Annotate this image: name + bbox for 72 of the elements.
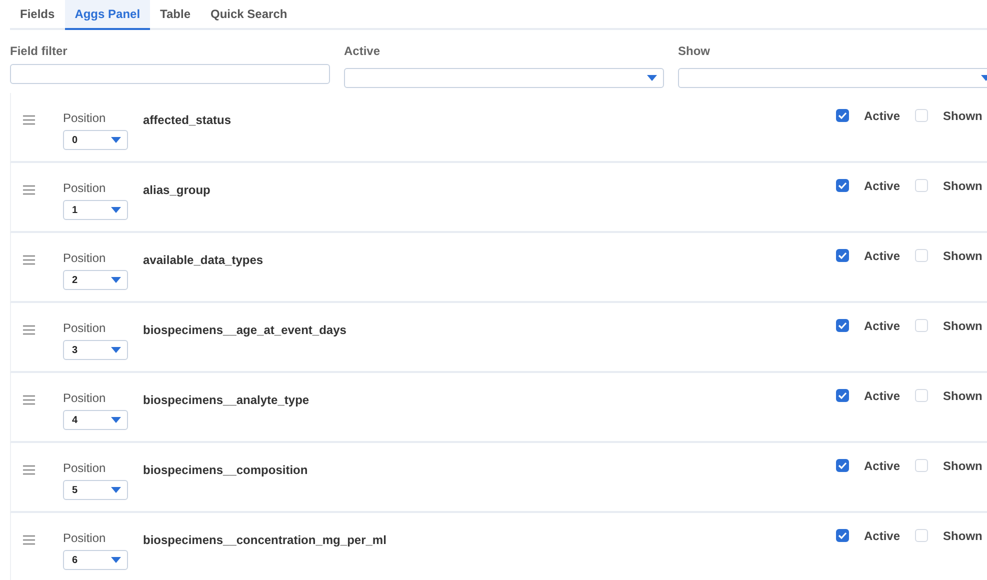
field-name: biospecimens__analyte_type — [143, 392, 310, 409]
drag-handle-icon[interactable] — [23, 255, 35, 265]
caret-icon — [111, 557, 121, 563]
shown-checkbox[interactable] — [915, 319, 928, 332]
shown-checkbox[interactable] — [915, 389, 928, 402]
position-select[interactable]: 1 — [63, 200, 128, 220]
position-select[interactable]: 6 — [63, 550, 128, 570]
field-name: affected_status — [143, 112, 232, 129]
shown-checkbox[interactable] — [915, 529, 928, 542]
caret-icon — [111, 207, 121, 213]
filter-label: Show — [678, 44, 711, 60]
active-checkbox[interactable] — [836, 529, 849, 542]
position-label: Position — [63, 111, 107, 125]
active-label: Active — [864, 109, 900, 123]
position-select[interactable]: 4 — [63, 410, 128, 430]
tab[interactable]: Quick Search — [200, 0, 298, 30]
shown-label: Shown — [943, 179, 982, 193]
field-name: biospecimens__concentration_mg_per_ml — [143, 532, 388, 549]
shown-label: Shown — [943, 109, 982, 123]
position-label: Position — [63, 321, 107, 335]
shown-label: Shown — [943, 389, 982, 403]
active-checkbox[interactable] — [836, 319, 849, 332]
tab[interactable]: Aggs Panel — [64, 0, 150, 30]
caret-icon — [111, 417, 121, 423]
active-label: Active — [864, 389, 900, 403]
active-checkbox[interactable] — [836, 179, 849, 192]
active-label: Active — [864, 459, 900, 473]
shown-checkbox[interactable] — [915, 459, 928, 472]
drag-handle-icon[interactable] — [23, 185, 35, 195]
caret-icon — [111, 347, 121, 353]
shown-label: Shown — [943, 529, 982, 543]
field-name: available_data_types — [143, 252, 264, 269]
active-checkbox[interactable] — [836, 459, 849, 472]
tab[interactable]: Table — [150, 0, 200, 30]
shown-checkbox[interactable] — [915, 249, 928, 262]
active-checkbox[interactable] — [836, 109, 849, 122]
position-select[interactable]: 0 — [63, 130, 128, 150]
filter-input[interactable] — [10, 64, 330, 84]
position-select[interactable]: 3 — [63, 340, 128, 360]
caret-icon — [111, 487, 121, 493]
caret-icon — [111, 277, 121, 283]
drag-handle-icon[interactable] — [23, 325, 35, 335]
position-select[interactable]: 5 — [63, 480, 128, 500]
shown-label: Shown — [943, 459, 982, 473]
shown-label: Shown — [943, 319, 982, 333]
field-name: biospecimens__age_at_event_days — [143, 322, 348, 339]
field-name: biospecimens__composition — [143, 462, 309, 479]
caret-icon — [111, 137, 121, 143]
active-checkbox[interactable] — [836, 389, 849, 402]
active-label: Active — [864, 529, 900, 543]
tab[interactable]: Fields — [10, 0, 65, 30]
active-label: Active — [864, 319, 900, 333]
position-label: Position — [63, 251, 107, 265]
drag-handle-icon[interactable] — [23, 395, 35, 405]
drag-handle-icon[interactable] — [23, 535, 35, 545]
filter-label: Field filter — [10, 44, 68, 60]
caret-icon — [647, 75, 657, 81]
shown-label: Shown — [943, 249, 982, 263]
position-label: Position — [63, 391, 107, 405]
drag-handle-icon[interactable] — [23, 465, 35, 475]
position-label: Position — [63, 531, 107, 545]
filter-label: Active — [344, 44, 382, 60]
active-checkbox[interactable] — [836, 249, 849, 262]
drag-handle-icon[interactable] — [23, 115, 35, 125]
active-label: Active — [864, 179, 900, 193]
shown-checkbox[interactable] — [915, 109, 928, 122]
field-name: alias_group — [143, 182, 212, 199]
position-select[interactable]: 2 — [63, 270, 128, 290]
position-label: Position — [63, 181, 107, 195]
position-label: Position — [63, 461, 107, 475]
active-label: Active — [864, 249, 900, 263]
shown-checkbox[interactable] — [915, 179, 928, 192]
